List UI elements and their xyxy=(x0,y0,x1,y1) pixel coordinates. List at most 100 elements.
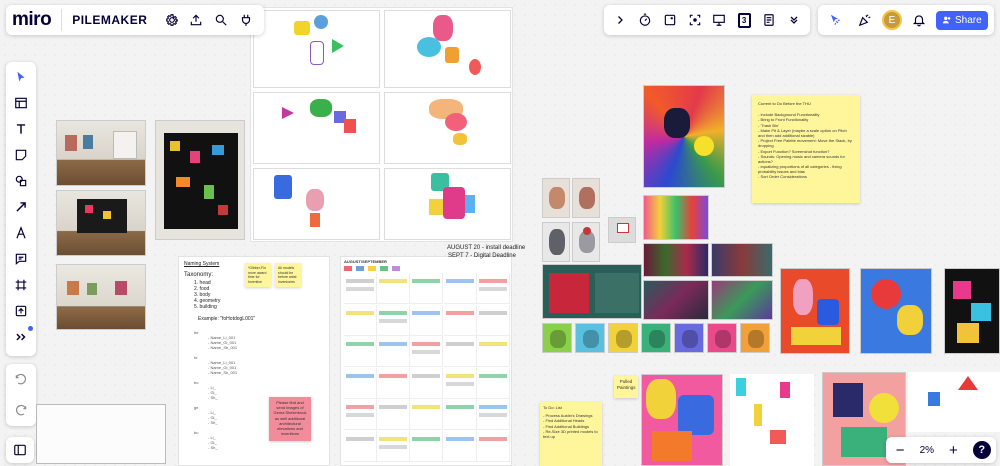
calendar-event[interactable] xyxy=(478,373,507,378)
calendar-event[interactable] xyxy=(379,373,408,378)
glitch-image[interactable] xyxy=(711,280,773,320)
calendar-event[interactable] xyxy=(478,287,507,291)
calendar-event[interactable] xyxy=(445,310,474,315)
sticky-todo-list[interactable]: To Do: List - Process Austin's Drawings -… xyxy=(540,402,602,466)
calendar-event[interactable] xyxy=(412,310,441,315)
calendar-event[interactable] xyxy=(478,279,507,283)
calendar-event[interactable] xyxy=(346,279,374,283)
calendar-event[interactable] xyxy=(346,342,374,347)
calendar-event[interactable] xyxy=(346,405,374,410)
undo-icon[interactable] xyxy=(8,367,34,393)
text-icon[interactable] xyxy=(8,116,34,142)
calendar-event[interactable] xyxy=(478,405,507,410)
thumbnail-image[interactable] xyxy=(575,323,605,353)
calendar-event[interactable] xyxy=(445,437,474,441)
sign-photo[interactable] xyxy=(608,217,636,243)
reaction-icon[interactable] xyxy=(822,7,848,33)
upload-icon[interactable] xyxy=(184,7,209,33)
sticky-note-icon[interactable] xyxy=(8,142,34,168)
calendar-event[interactable] xyxy=(379,437,408,441)
calendar-event[interactable] xyxy=(445,381,474,386)
shapes-icon[interactable] xyxy=(8,168,34,194)
calendar-event[interactable] xyxy=(346,373,374,378)
screen-grid[interactable] xyxy=(542,264,642,319)
chevron-right-icon[interactable] xyxy=(608,7,633,33)
present-icon[interactable] xyxy=(707,7,732,33)
gallery-photo-wall[interactable] xyxy=(155,120,245,240)
glitch-image[interactable] xyxy=(643,243,709,277)
artwork-blue[interactable] xyxy=(860,268,932,354)
calendar-event[interactable] xyxy=(379,279,408,283)
sticky-icon[interactable] xyxy=(658,7,683,33)
sculpture-photo[interactable] xyxy=(542,178,570,218)
calendar-event[interactable] xyxy=(412,373,441,378)
calendar-doc[interactable]: AUGUST/SEPTEMBER xyxy=(340,256,512,466)
calendar-event[interactable] xyxy=(346,437,374,441)
sticky-note[interactable]: *Gibber-Fin more award time for Inventiv… xyxy=(245,263,271,287)
sticky-note[interactable]: All models should be before artist inven… xyxy=(275,263,301,287)
comment-icon[interactable] xyxy=(8,246,34,272)
search-icon[interactable] xyxy=(209,7,234,33)
glitch-image[interactable] xyxy=(711,243,773,277)
drawings-frame[interactable] xyxy=(250,7,513,242)
calendar-event[interactable] xyxy=(379,318,408,323)
calendar-event[interactable] xyxy=(478,342,507,347)
artwork-black[interactable] xyxy=(944,268,1000,354)
help-button[interactable]: ? xyxy=(972,441,991,459)
calendar-event[interactable] xyxy=(346,413,374,418)
thumbnail-image[interactable] xyxy=(707,323,737,353)
pen-icon[interactable] xyxy=(8,220,34,246)
calendar-event[interactable] xyxy=(412,437,441,441)
board-name[interactable]: PILEMAKER xyxy=(72,13,147,27)
board-canvas[interactable]: Naming System Taxonomy: 1. head 2. food 3.… xyxy=(0,0,1000,466)
calendar-event[interactable] xyxy=(379,405,408,410)
bell-icon[interactable] xyxy=(906,7,932,33)
sidebar-toggle[interactable] xyxy=(6,437,34,463)
zoom-in-icon[interactable]: + xyxy=(944,437,962,463)
calendar-event[interactable] xyxy=(445,373,474,378)
glitch-image[interactable] xyxy=(643,280,709,320)
artwork-red[interactable] xyxy=(780,268,850,354)
focus-icon[interactable] xyxy=(682,7,707,33)
artwork-faces[interactable] xyxy=(643,195,709,240)
calendar-event[interactable] xyxy=(478,413,507,418)
calendar-event[interactable] xyxy=(445,279,474,283)
calendar-event[interactable] xyxy=(346,310,374,315)
artwork-colorful[interactable] xyxy=(643,85,725,188)
frame-icon[interactable] xyxy=(8,272,34,298)
calendar-event[interactable] xyxy=(379,445,408,449)
zoom-out-icon[interactable]: − xyxy=(891,437,909,463)
calendar-event[interactable] xyxy=(379,310,408,315)
calendar-event[interactable] xyxy=(412,350,441,355)
calendar-event[interactable] xyxy=(445,342,474,347)
counter-icon[interactable]: 3 xyxy=(732,7,757,33)
calendar-event[interactable] xyxy=(346,287,374,291)
sketch-panel[interactable] xyxy=(908,372,1000,432)
gallery-photo[interactable] xyxy=(56,120,146,186)
calendar-event[interactable] xyxy=(478,437,507,441)
timer-icon[interactable] xyxy=(633,7,658,33)
celebrate-icon[interactable] xyxy=(852,7,878,33)
calendar-event[interactable] xyxy=(478,310,507,315)
thumbnail-image[interactable] xyxy=(641,323,671,353)
sticky-current-todo[interactable]: Current to Do Before the THU - Include B… xyxy=(752,95,860,203)
sculpture-photo[interactable] xyxy=(572,178,600,218)
thumbnail-image[interactable] xyxy=(674,323,704,353)
calendar-event[interactable] xyxy=(412,405,441,410)
chevrons-down-icon[interactable] xyxy=(781,7,806,33)
upload-icon[interactable] xyxy=(8,298,34,324)
arrow-icon[interactable] xyxy=(8,194,34,220)
notes-icon[interactable] xyxy=(757,7,782,33)
select-icon[interactable] xyxy=(8,64,34,90)
calendar-event[interactable] xyxy=(412,279,441,283)
calendar-event[interactable] xyxy=(445,405,474,410)
table-icon[interactable] xyxy=(8,90,34,116)
sketch-panel[interactable] xyxy=(730,374,814,466)
gallery-photo[interactable] xyxy=(56,190,146,256)
plug-icon[interactable] xyxy=(233,7,258,33)
zoom-level[interactable]: 2% xyxy=(920,445,934,456)
redo-icon[interactable] xyxy=(8,398,34,424)
sticky-pulled-paintings[interactable]: Pulled Paintings xyxy=(614,376,638,398)
gallery-photo[interactable] xyxy=(56,264,146,330)
share-button[interactable]: Share xyxy=(936,10,988,30)
